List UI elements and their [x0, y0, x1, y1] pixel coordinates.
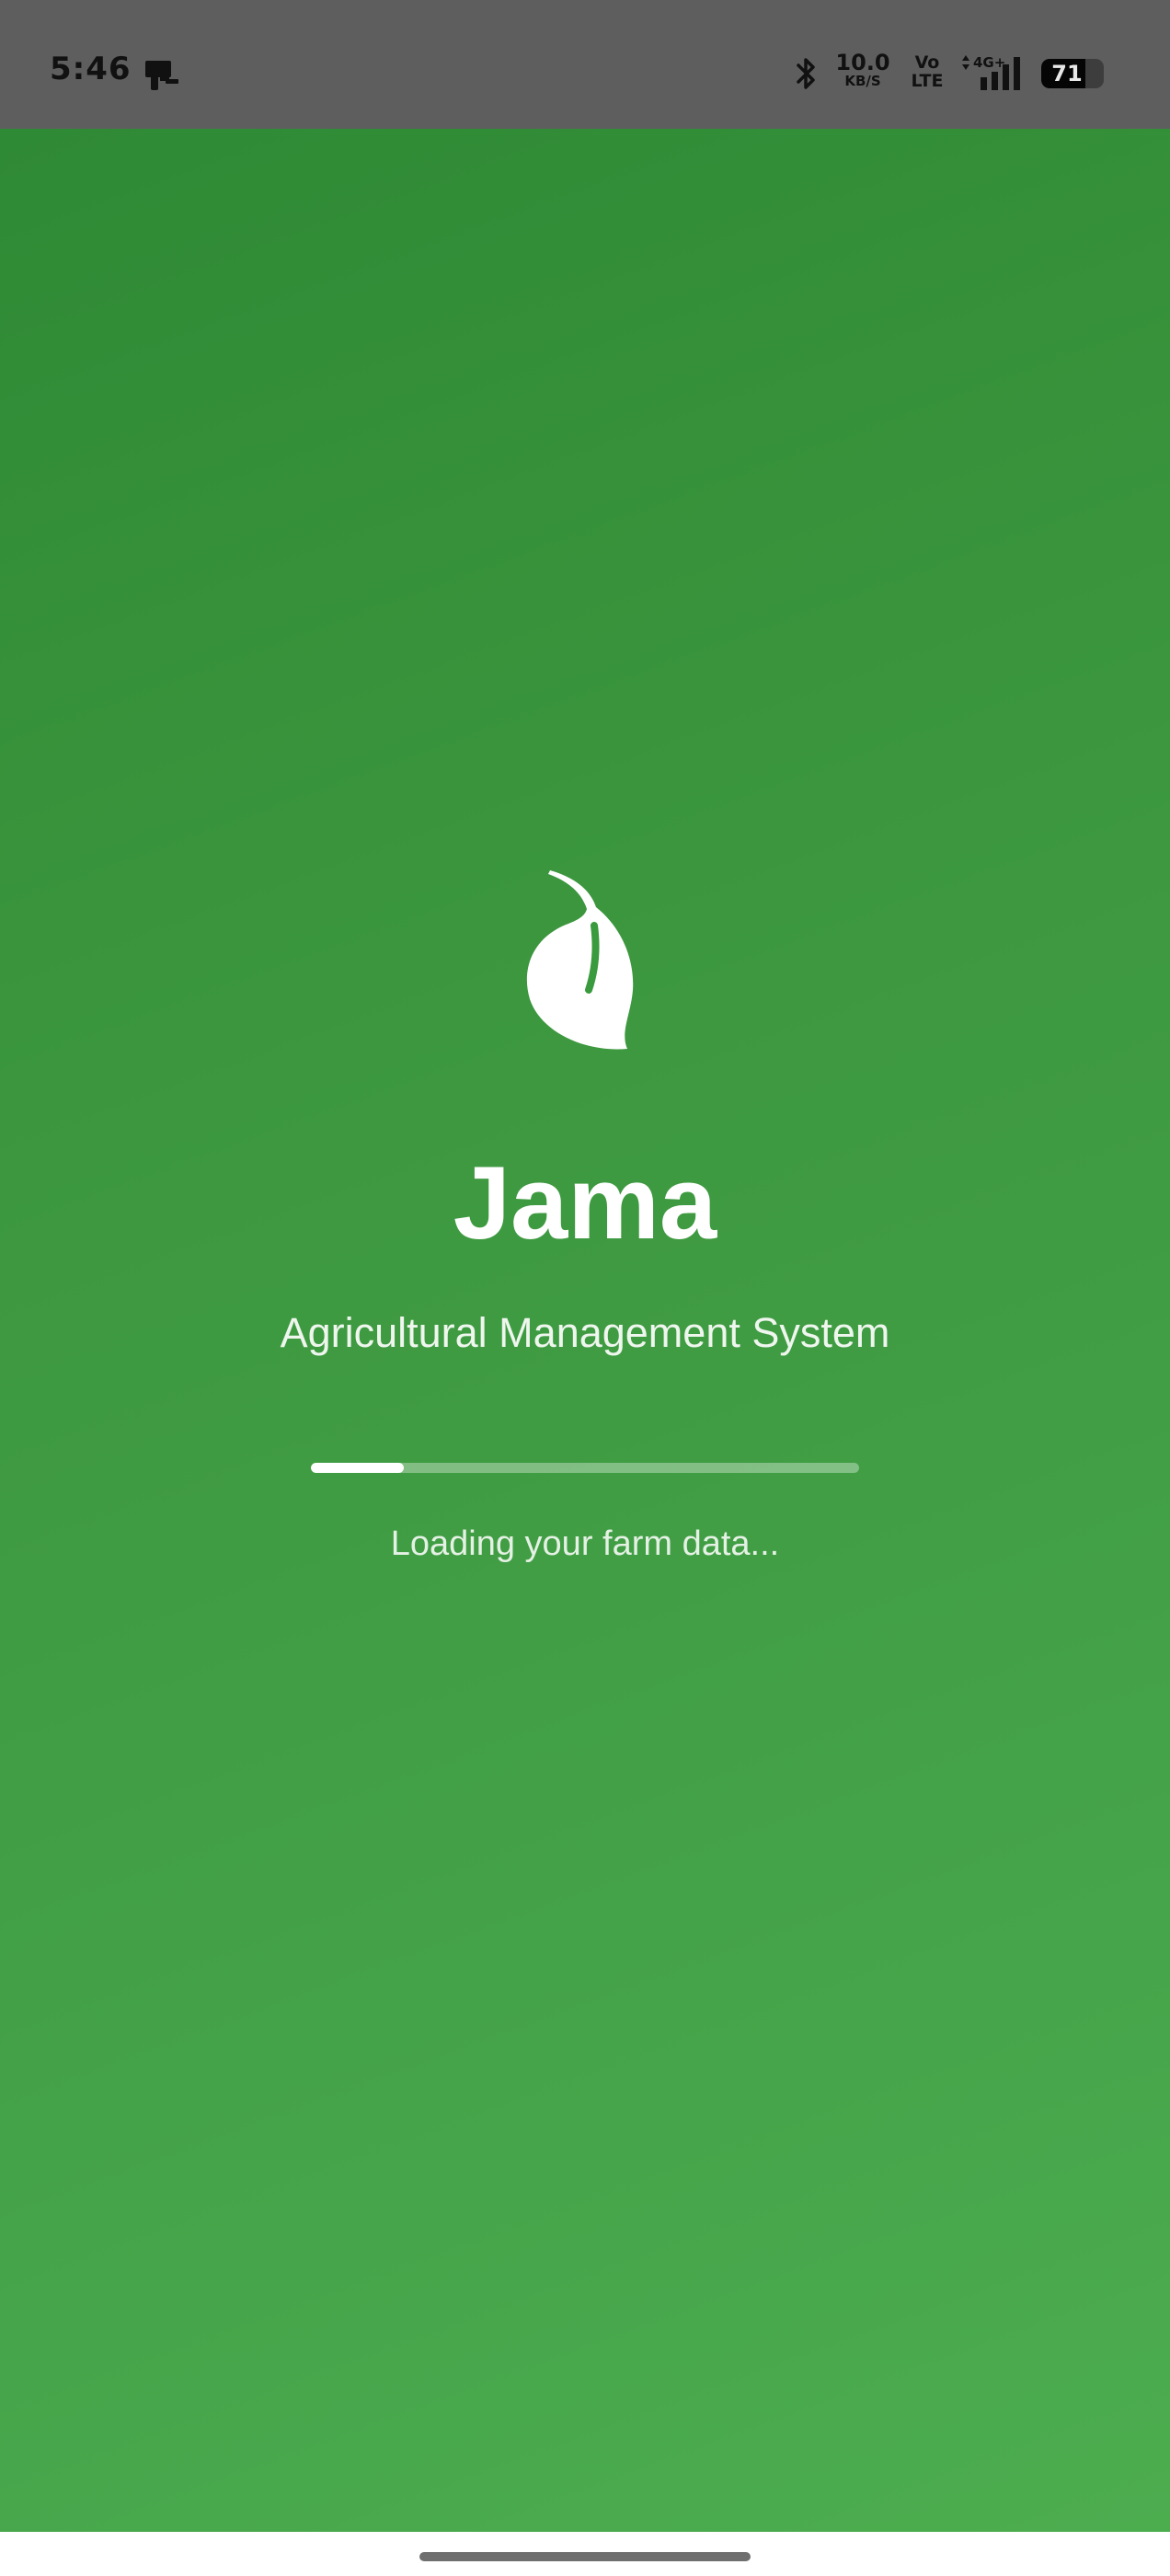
volte-indicator: Vo LTE [907, 53, 947, 90]
navigation-bar [0, 2532, 1170, 2576]
loading-progress-bar [311, 1463, 859, 1473]
network-type-label: 4G+ [973, 54, 1005, 71]
app-title: Jama [453, 1145, 717, 1260]
network-speed-value: 10.0 [835, 50, 890, 75]
bluetooth-icon [797, 58, 815, 89]
status-indicators: 10.0 KB/S Vo LTE 4G+ 71 [793, 52, 1106, 96]
loading-progress-fill [311, 1463, 405, 1473]
status-bar: 5:46 10.0 KB/S Vo LTE 4G+ 71 [0, 0, 1170, 129]
status-time: 5:46 [50, 51, 132, 87]
volte-bottom: LTE [911, 71, 944, 91]
leaf-icon [526, 870, 634, 1050]
app-subtitle: Agricultural Management System [280, 1309, 890, 1356]
terminal-device-icon [145, 61, 178, 90]
network-speed-unit: KB/S [844, 73, 881, 89]
home-gesture-handle[interactable] [419, 2552, 751, 2561]
battery-indicator: 71 [1041, 59, 1104, 88]
cellular-signal-icon: 4G+ [962, 54, 1020, 90]
network-speed: 10.0 KB/S [833, 52, 892, 88]
loading-message: Loading your farm data... [390, 1524, 780, 1563]
volte-top: Vo [914, 52, 940, 73]
battery-level: 71 [1051, 61, 1083, 86]
